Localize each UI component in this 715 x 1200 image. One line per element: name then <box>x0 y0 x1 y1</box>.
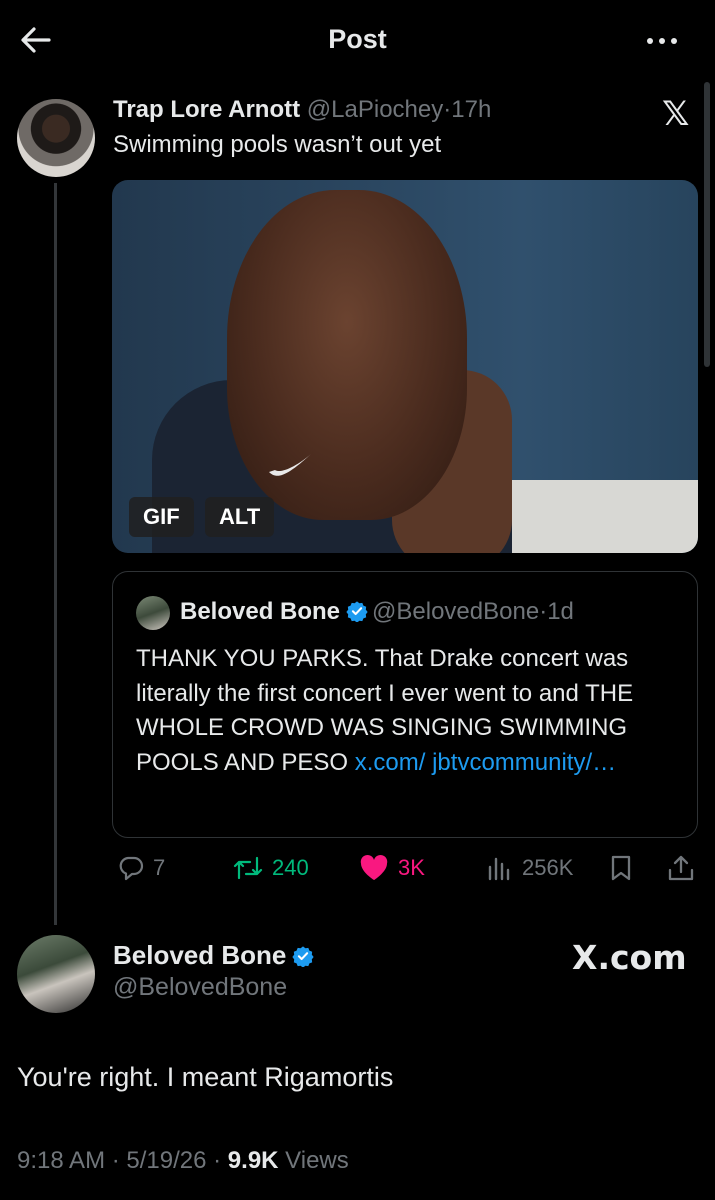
author-handle[interactable]: @BelovedBone <box>113 973 287 1002</box>
verified-badge-icon <box>292 946 315 967</box>
post-time: 9:18 AM <box>17 1147 106 1174</box>
bookmark-icon <box>611 855 631 881</box>
quote-author-handle: @BelovedBone <box>372 598 540 625</box>
like-button[interactable]: 3K <box>358 852 425 884</box>
x-logo-icon: 𝕏 <box>662 94 690 134</box>
post-metadata: 9:18 AM · 5/19/26 · 9.9K Views <box>17 1147 349 1174</box>
more-dots-icon <box>647 38 653 44</box>
avatar[interactable] <box>17 935 95 1013</box>
swoosh-icon <box>269 454 311 476</box>
tweet-header: Trap Lore Arnott @LaPiochey·17h <box>113 96 491 124</box>
author-handle[interactable]: @LaPiochey <box>307 96 443 123</box>
quote-author-name: Beloved Bone <box>180 598 341 625</box>
post-date: 5/19/26 <box>126 1147 207 1174</box>
reply-button[interactable]: 7 <box>117 852 165 884</box>
verified-badge-icon <box>346 601 368 622</box>
quote-header: Beloved Bone @BelovedBone·1d <box>180 598 574 626</box>
quote-text: THANK YOU PARKS. That Drake concert was … <box>136 642 676 780</box>
xcom-watermark: X.com <box>572 938 687 977</box>
tweet-text: Swimming pools wasn’t out yet <box>113 131 442 158</box>
quote-link[interactable]: x.com/ jbtvcommunity/… <box>355 749 616 776</box>
author-name[interactable]: Beloved Bone <box>113 940 286 970</box>
quote-avatar <box>136 596 170 630</box>
post-text: You're right. I meant Rigamortis <box>17 1062 394 1092</box>
share-button[interactable] <box>666 852 704 884</box>
reply-count: 7 <box>153 855 166 880</box>
repost-count: 240 <box>272 855 309 880</box>
tweet-time[interactable]: 17h <box>451 96 491 123</box>
bookmark-button[interactable] <box>608 852 642 884</box>
author-name[interactable]: Trap Lore Arnott <box>113 96 300 123</box>
views-button[interactable]: 256K <box>486 852 573 884</box>
post-views-count: 9.9K <box>227 1147 279 1174</box>
tweet-media-gif[interactable]: GIF ALT <box>112 180 698 553</box>
views-chart-icon <box>488 857 510 881</box>
repost-button[interactable]: 240 <box>232 852 309 884</box>
post-views-label: Views <box>285 1147 349 1174</box>
alt-badge[interactable]: ALT <box>205 497 275 537</box>
repost-icon <box>233 856 263 880</box>
page-title: Post <box>328 24 387 54</box>
share-icon <box>668 855 694 881</box>
more-options-button[interactable] <box>640 26 684 56</box>
scrollbar[interactable] <box>704 82 710 367</box>
thread-line <box>54 183 57 925</box>
author-name-row: Beloved Bone <box>113 940 318 971</box>
separator: · <box>539 598 548 625</box>
reply-icon <box>119 856 144 881</box>
heart-icon <box>360 855 388 880</box>
like-count: 3K <box>398 855 425 880</box>
quote-time: 1d <box>547 598 574 625</box>
gif-badge: GIF <box>129 497 194 537</box>
views-count: 256K <box>522 855 574 880</box>
avatar[interactable] <box>17 99 95 177</box>
